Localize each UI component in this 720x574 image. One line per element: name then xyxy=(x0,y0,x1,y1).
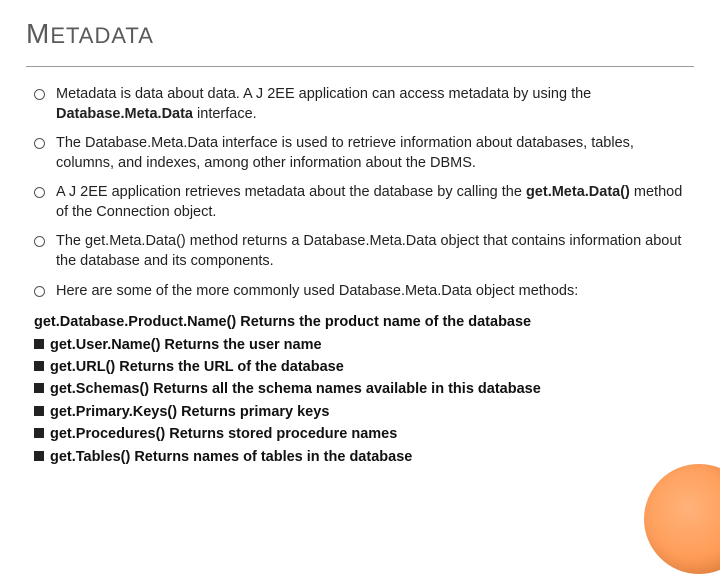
method-row: get.URL() Returns the URL of the databas… xyxy=(34,356,694,378)
bullet-text: The Database.Meta.Data interface is used… xyxy=(56,135,634,171)
title-rest: ETADATA xyxy=(50,23,154,48)
bullet-list: Metadata is data about data. A J 2EE app… xyxy=(26,85,694,301)
square-bullet-icon xyxy=(34,406,44,416)
method-text: get.URL() Returns the URL of the databas… xyxy=(50,356,344,378)
title-cap: M xyxy=(26,18,50,49)
bullet-text: Here are some of the more commonly used … xyxy=(56,283,578,299)
square-bullet-icon xyxy=(34,361,44,371)
list-item: Here are some of the more commonly used … xyxy=(34,282,694,302)
method-text: get.Tables() Returns names of tables in … xyxy=(50,446,412,468)
square-bullet-icon xyxy=(34,383,44,393)
list-item: Metadata is data about data. A J 2EE app… xyxy=(34,85,694,124)
method-text: get.Procedures() Returns stored procedur… xyxy=(50,423,397,445)
bullet-bold: Database.Meta.Data xyxy=(56,106,193,122)
method-row: get.User.Name() Returns the user name xyxy=(34,334,694,356)
list-item: A J 2EE application retrieves metadata a… xyxy=(34,183,694,222)
list-item: The get.Meta.Data() method returns a Dat… xyxy=(34,232,694,271)
method-text: get.Primary.Keys() Returns primary keys xyxy=(50,401,329,423)
method-lead: get.Database.Product.Name() Returns the … xyxy=(34,311,694,333)
list-item: The Database.Meta.Data interface is used… xyxy=(34,134,694,173)
square-bullet-icon xyxy=(34,451,44,461)
slide: METADATA Metadata is data about data. A … xyxy=(0,0,720,540)
bullet-text: A J 2EE application retrieves metadata a… xyxy=(56,184,526,200)
method-text: get.Schemas() Returns all the schema nam… xyxy=(50,378,541,400)
method-row: get.Schemas() Returns all the schema nam… xyxy=(34,378,694,400)
bullet-bold: get.Meta.Data() xyxy=(526,184,630,200)
method-row: get.Procedures() Returns stored procedur… xyxy=(34,423,694,445)
bullet-text: Metadata is data about data. A J 2EE app… xyxy=(56,86,591,102)
decorative-circle xyxy=(644,464,720,574)
method-row: get.Tables() Returns names of tables in … xyxy=(34,446,694,468)
method-text: get.User.Name() Returns the user name xyxy=(50,334,322,356)
square-bullet-icon xyxy=(34,339,44,349)
square-bullet-icon xyxy=(34,428,44,438)
method-row: get.Primary.Keys() Returns primary keys xyxy=(34,401,694,423)
bullet-text: The get.Meta.Data() method returns a Dat… xyxy=(56,233,681,269)
title-underline xyxy=(26,66,694,67)
methods-block: get.Database.Product.Name() Returns the … xyxy=(26,311,694,468)
bullet-text: interface. xyxy=(193,106,257,122)
page-title: METADATA xyxy=(26,18,694,50)
